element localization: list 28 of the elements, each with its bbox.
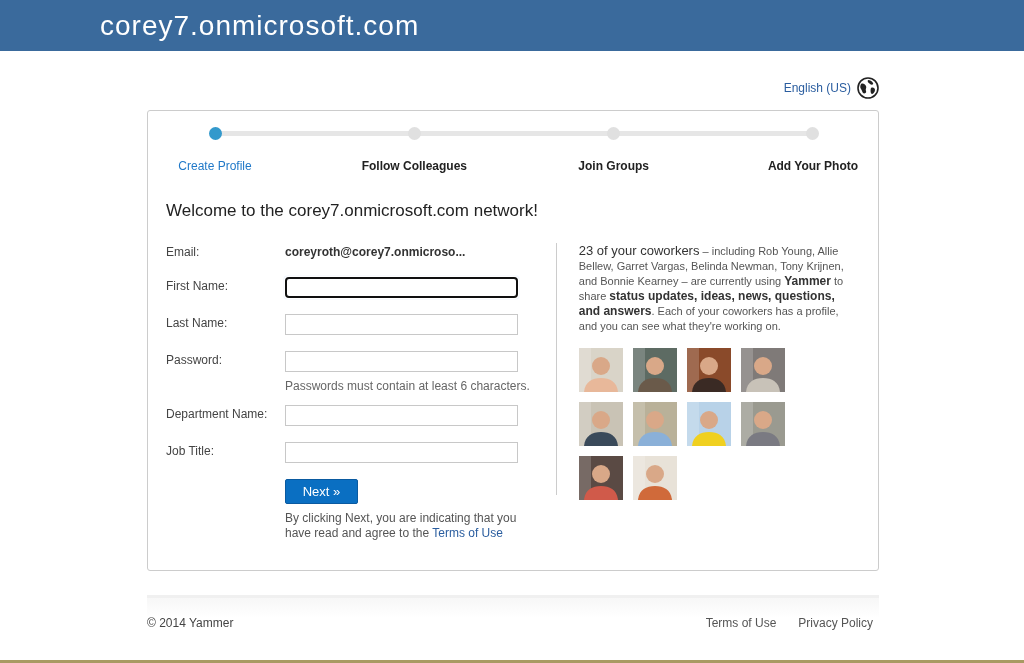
step-label: Follow Colleagues bbox=[361, 158, 467, 175]
site-title: corey7.onmicrosoft.com bbox=[100, 8, 420, 43]
input-field[interactable] bbox=[285, 351, 518, 373]
footer-link[interactable]: Privacy Policy bbox=[798, 614, 873, 632]
step-label: Join Groups bbox=[578, 158, 649, 175]
input-field[interactable] bbox=[285, 277, 518, 299]
hint-text: Passwords must contain at least 6 characters. bbox=[285, 378, 530, 396]
language-link[interactable]: English (US) bbox=[783, 79, 851, 97]
copyright-text: © 2014 Yammer bbox=[147, 615, 234, 632]
field-label: First Name: bbox=[166, 278, 229, 296]
field-label: Department Name: bbox=[166, 406, 269, 424]
coworkers-description: 23 of your coworkers – including Rob Young, Allie Bellew, Garret Vargas, Belinda Newman, Tony Krijnen, and Bonnie Kearney – are currently using Yammer to share status updates, ideas, news, questions, and answers. Each of your coworkers has a profile, and you can see what they're working on. bbox=[578, 243, 845, 335]
step-label: Create Profile bbox=[178, 158, 252, 175]
terms-link[interactable]: Terms of Use bbox=[432, 526, 503, 541]
next-button[interactable]: Next » bbox=[285, 479, 358, 505]
welcome-heading: Welcome to the corey7.onmicrosoft.com network! bbox=[166, 201, 539, 222]
input-field[interactable] bbox=[285, 442, 518, 464]
globe-icon[interactable] bbox=[857, 77, 879, 99]
footer-link[interactable]: Terms of Use bbox=[705, 614, 777, 632]
step-label: Add Your Photo bbox=[767, 158, 859, 175]
agreement-text: By clicking Next, you are indicating that you have read and agree to the Terms of Use bbox=[285, 511, 518, 542]
field-label: Job Title: bbox=[166, 443, 216, 461]
field-label: Password: bbox=[166, 352, 224, 370]
field-label: Email: bbox=[166, 244, 201, 262]
email-value: coreyroth@corey7.onmicroso... bbox=[285, 244, 466, 262]
field-label: Last Name: bbox=[166, 315, 229, 333]
input-field[interactable] bbox=[285, 405, 518, 427]
input-field[interactable] bbox=[285, 314, 518, 336]
